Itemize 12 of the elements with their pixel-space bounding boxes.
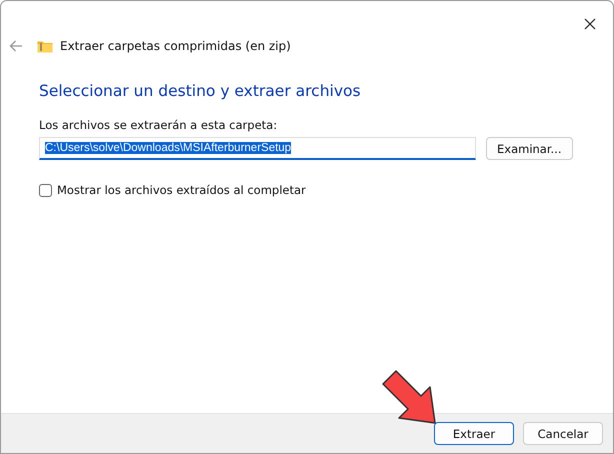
window-title: Extraer carpetas comprimidas (en zip) — [60, 39, 291, 53]
checkbox-label: Mostrar los archivos extraídos al completar — [57, 183, 306, 197]
extract-button[interactable]: Extraer — [434, 422, 514, 445]
close-icon — [584, 18, 596, 30]
zip-folder-icon — [37, 39, 53, 53]
back-arrow-icon[interactable] — [9, 40, 23, 52]
checkbox[interactable] — [39, 184, 52, 196]
browse-button[interactable]: Examinar... — [486, 137, 572, 160]
destination-field[interactable]: C:\Users\solve\Downloads\MSIAfterburnerSetup — [39, 137, 476, 160]
field-label: Los archivos se extraerán a esta carpeta: — [39, 118, 278, 132]
dialog-heading: Seleccionar un destino y extraer archivos — [39, 82, 362, 100]
cancel-button[interactable]: Cancelar — [523, 422, 603, 445]
